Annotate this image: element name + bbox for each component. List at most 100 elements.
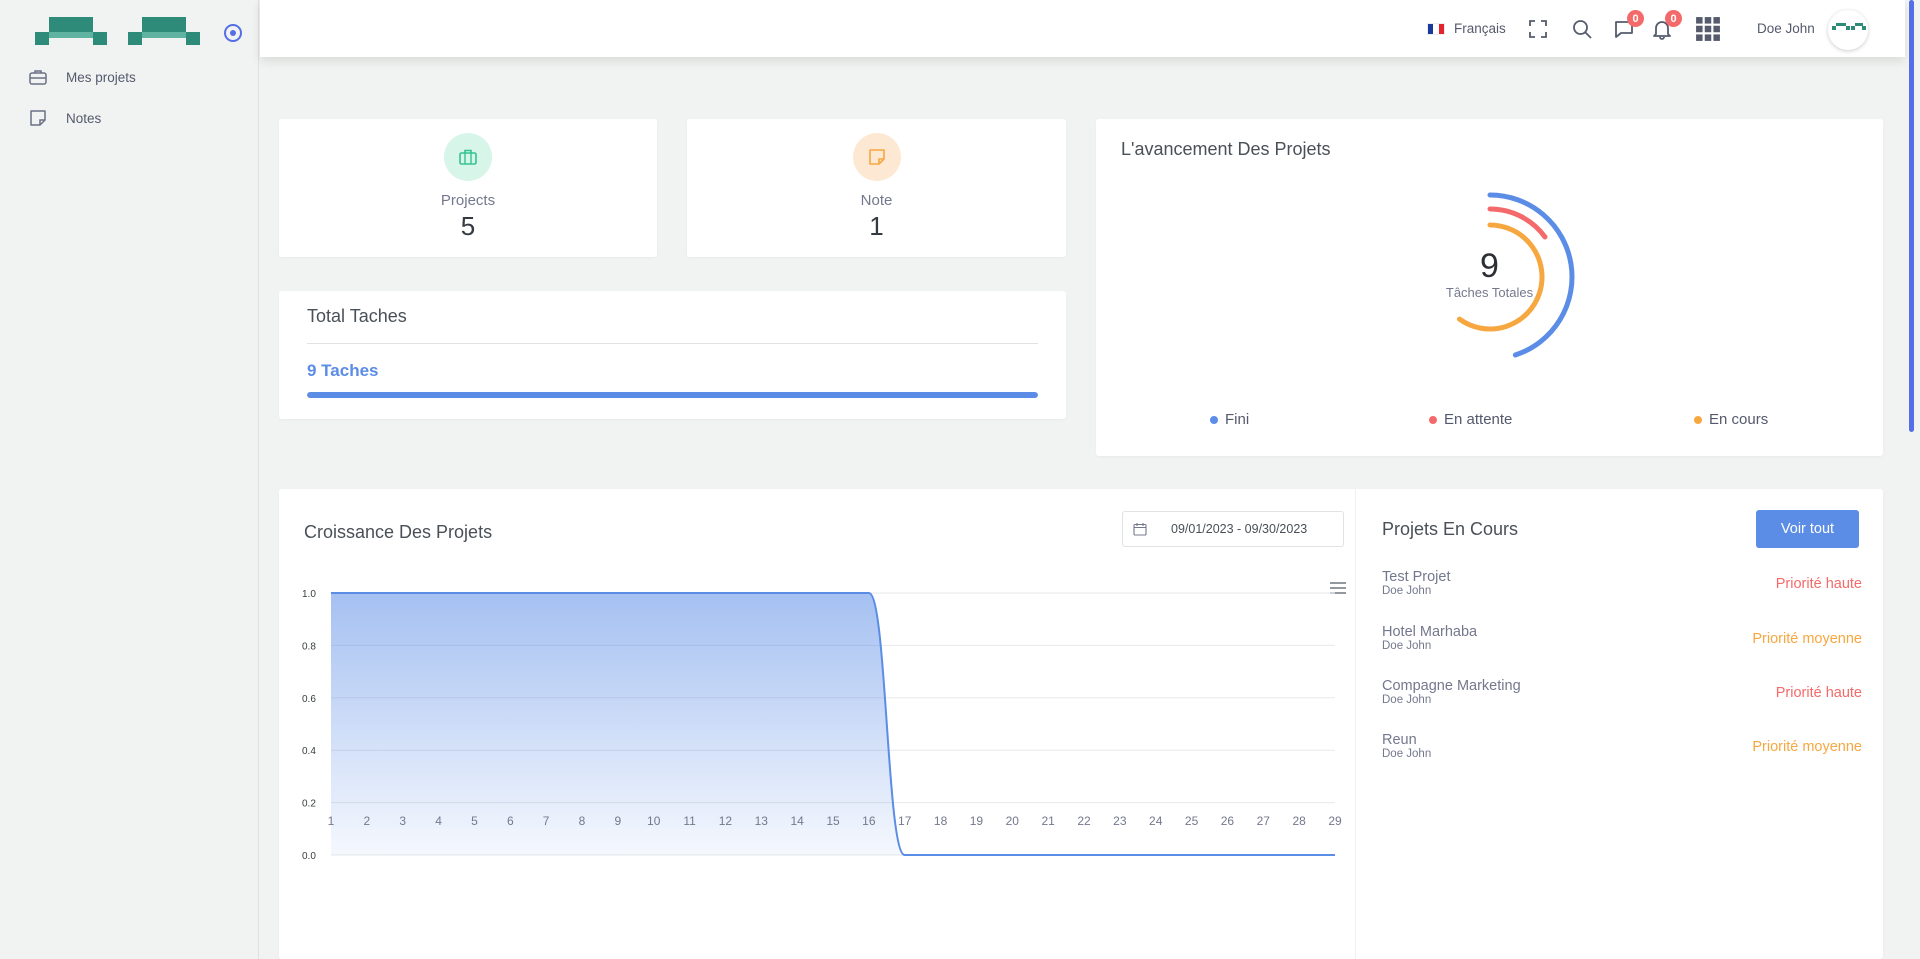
messages-badge: 0 xyxy=(1627,10,1644,27)
logo[interactable] xyxy=(35,17,205,47)
growth-area-chart: 0.00.20.40.60.81.01 2 3 4 5 6 7 8 9 10 11 12 13 14 15 1… xyxy=(302,589,1342,862)
list-item[interactable]: Hotel Marhaba Doe John Priorité moyenne xyxy=(1382,624,1862,652)
x-tick-label: 6 xyxy=(507,814,514,828)
list-item[interactable]: Test Projet Doe John Priorité haute xyxy=(1382,569,1862,597)
divider xyxy=(307,343,1038,344)
x-tick-label: 22 xyxy=(1077,814,1091,828)
x-tick-label: 14 xyxy=(790,814,804,828)
stat-value: 1 xyxy=(869,211,884,241)
x-tick-label: 19 xyxy=(970,814,984,828)
total-tasks-progress-fill xyxy=(307,392,1038,398)
total-tasks-progress-bar xyxy=(307,392,1038,398)
france-flag-icon xyxy=(1427,22,1445,35)
x-tick-label: 20 xyxy=(1006,814,1020,828)
legend-label: En cours xyxy=(1709,411,1769,428)
x-tick-label: 7 xyxy=(543,814,550,828)
x-tick-label: 12 xyxy=(719,814,733,828)
list-item[interactable]: Compagne Marketing Doe John Priorité hau… xyxy=(1382,678,1862,706)
legend-dot xyxy=(1429,415,1437,424)
legend-en-cours[interactable]: En cours xyxy=(1694,411,1768,428)
ongoing-projects-title: Projets En Cours xyxy=(1382,519,1519,539)
total-tasks-value: 9 Taches xyxy=(307,361,379,380)
user-name: Doe John xyxy=(1757,21,1815,36)
radial-total-label: Tâches Totales xyxy=(1445,285,1534,300)
x-tick-label: 1 xyxy=(328,814,335,828)
x-tick-label: 27 xyxy=(1257,814,1271,828)
legend-label: Fini xyxy=(1225,411,1250,428)
priority-badge: Priorité haute xyxy=(1775,576,1862,592)
x-tick-label: 11 xyxy=(683,814,696,828)
stat-label: Projects xyxy=(440,192,496,209)
card-title: Total Taches xyxy=(307,306,407,326)
legend-en-attente[interactable]: En attente xyxy=(1429,411,1512,428)
legend-fini[interactable]: Fini xyxy=(1210,411,1249,428)
notifications-button[interactable]: 0 xyxy=(1651,0,1682,57)
search-button[interactable] xyxy=(1571,0,1593,57)
x-tick-label: 2 xyxy=(364,814,371,828)
x-tick-label: 18 xyxy=(934,814,948,828)
messages-button[interactable]: 0 xyxy=(1613,0,1644,57)
x-tick-label: 24 xyxy=(1149,814,1163,828)
x-tick-label: 8 xyxy=(579,814,586,828)
x-tick-label: 5 xyxy=(471,814,478,828)
language-selector[interactable]: Français xyxy=(1427,0,1506,57)
x-tick-label: 23 xyxy=(1113,814,1127,828)
stat-value: 5 xyxy=(460,211,476,241)
y-tick-label: 0.2 xyxy=(302,799,316,810)
x-tick-label: 28 xyxy=(1292,814,1306,828)
radial-total: 9 xyxy=(1480,247,1499,285)
notifications-badge: 0 xyxy=(1665,10,1682,27)
x-tick-label: 10 xyxy=(647,814,661,828)
search-icon xyxy=(1573,19,1592,39)
priority-badge: Priorité moyenne xyxy=(1752,739,1862,755)
x-tick-label: 4 xyxy=(435,814,442,828)
note-icon xyxy=(852,133,901,181)
calendar-icon xyxy=(1133,523,1147,536)
apps-button[interactable] xyxy=(1695,0,1721,57)
y-tick-label: 0.8 xyxy=(302,641,316,652)
sidebar-item-notes[interactable]: Notes xyxy=(28,103,101,133)
y-tick-label: 0.6 xyxy=(302,694,316,705)
briefcase-icon xyxy=(444,133,492,181)
legend-dot xyxy=(1210,415,1218,424)
date-range-picker[interactable]: 09/01/2023 - 09/30/2023 xyxy=(1122,511,1344,547)
stat-label: Note xyxy=(860,192,893,209)
x-tick-label: 15 xyxy=(826,814,840,828)
avatar[interactable] xyxy=(1828,10,1868,50)
language-label: Français xyxy=(1454,21,1506,36)
fullscreen-button[interactable] xyxy=(1527,0,1549,57)
card-title: Croissance Des Projets xyxy=(304,522,493,542)
sidebar-toggle-icon[interactable] xyxy=(222,22,244,44)
sidebar-item-label: Notes xyxy=(66,110,102,126)
x-tick-label: 26 xyxy=(1221,814,1235,828)
x-tick-label: 9 xyxy=(615,814,622,828)
briefcase-icon xyxy=(29,70,47,85)
total-tasks-card: Total Taches 9 Taches xyxy=(279,291,1066,419)
view-all-button[interactable]: Voir tout xyxy=(1756,510,1859,548)
sidebar-item-label: Mes projets xyxy=(66,69,136,85)
x-tick-label: 29 xyxy=(1328,814,1342,828)
project-progress-card: L'avancement Des Projets 9 Tâches Totale… xyxy=(1096,119,1883,456)
note-stat-card: Note 1 xyxy=(687,119,1066,257)
x-tick-label: 21 xyxy=(1041,814,1055,828)
card-divider xyxy=(1355,489,1356,959)
page-scrollbar-thumb[interactable] xyxy=(1909,0,1914,432)
growth-card: Croissance Des Projets 09/01/2023 - 09/3… xyxy=(279,489,1883,959)
priority-badge: Priorité haute xyxy=(1775,685,1862,701)
x-tick-label: 13 xyxy=(755,814,769,828)
projects-stat-card: Projects 5 xyxy=(279,119,657,257)
x-tick-label: 3 xyxy=(399,814,406,828)
y-tick-label: 0.4 xyxy=(302,746,316,757)
x-tick-label: 17 xyxy=(898,814,912,828)
legend-label: En attente xyxy=(1444,411,1513,428)
sidebar: Mes projets Notes xyxy=(0,0,259,959)
y-tick-label: 1.0 xyxy=(302,589,316,600)
user-menu[interactable]: Doe John xyxy=(1757,0,1815,57)
list-item[interactable]: Reun Doe John Priorité moyenne xyxy=(1382,732,1862,760)
legend-dot xyxy=(1694,415,1702,424)
apps-grid-icon xyxy=(1696,16,1720,41)
sidebar-item-mes-projets[interactable]: Mes projets xyxy=(28,62,136,92)
x-tick-label: 25 xyxy=(1185,814,1199,828)
fullscreen-icon xyxy=(1529,19,1547,38)
priority-badge: Priorité moyenne xyxy=(1752,631,1862,647)
